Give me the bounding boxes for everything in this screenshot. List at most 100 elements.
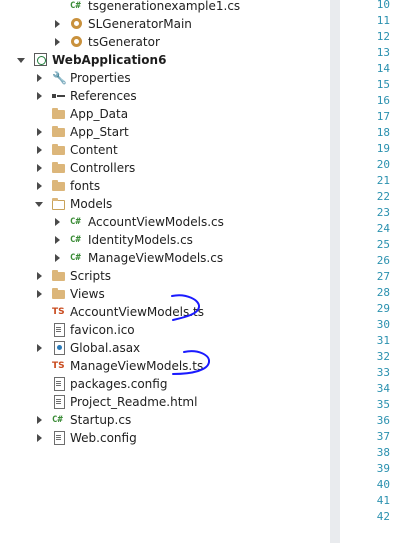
line-number: 16 — [376, 94, 390, 107]
line-number: 34 — [376, 382, 390, 395]
line-number: 22 — [376, 190, 390, 203]
line-number: 17 — [376, 110, 390, 123]
csharp-file-icon: C# — [52, 415, 63, 425]
tree-item[interactable]: tsGenerator — [0, 33, 330, 51]
config-file-icon — [52, 431, 66, 445]
tree-item-label: AccountViewModels.cs — [88, 215, 224, 229]
line-number: 27 — [376, 270, 390, 283]
line-number: 36 — [376, 414, 390, 427]
tree-item[interactable]: Global.asax — [0, 339, 330, 357]
tree-item[interactable]: C# Startup.cs — [0, 411, 330, 429]
web-project-icon — [34, 53, 48, 67]
folder-icon — [52, 161, 66, 175]
tree-item[interactable]: Controllers — [0, 159, 330, 177]
chevron-right-icon[interactable] — [34, 159, 46, 177]
line-number: 42 — [376, 510, 390, 523]
line-number: 32 — [376, 350, 390, 363]
tree-item[interactable]: C# tsgenerationexample1.cs — [0, 0, 330, 15]
chevron-right-icon[interactable] — [34, 429, 46, 447]
tree-item-label: packages.config — [70, 377, 168, 391]
tree-item-label: WebApplication6 — [52, 53, 167, 67]
tree-item-label: Properties — [70, 71, 131, 85]
chevron-right-icon[interactable] — [34, 87, 46, 105]
line-number: 29 — [376, 302, 390, 315]
tree-item-label: tsGenerator — [88, 35, 160, 49]
image-file-icon — [52, 323, 66, 337]
folder-icon — [52, 269, 66, 283]
line-number: 28 — [376, 286, 390, 299]
tree-item[interactable]: Web.config — [0, 429, 330, 447]
chevron-right-icon[interactable] — [52, 213, 64, 231]
tree-item[interactable]: SLGeneratorMain — [0, 15, 330, 33]
tree-item-label: Web.config — [70, 431, 137, 445]
tree-item[interactable]: References — [0, 87, 330, 105]
chevron-right-icon[interactable] — [52, 249, 64, 267]
solution-explorer-tree: C# tsgenerationexample1.cs SLGeneratorMain… — [0, 0, 330, 543]
chevron-right-icon[interactable] — [34, 339, 46, 357]
tree-item[interactable]: 🔧 Properties — [0, 69, 330, 87]
chevron-right-icon[interactable] — [34, 411, 46, 429]
chevron-right-icon[interactable] — [52, 15, 64, 33]
tree-item-label: ManageViewModels.cs — [88, 251, 224, 265]
chevron-right-icon[interactable] — [34, 285, 46, 303]
pane-splitter[interactable] — [330, 0, 340, 543]
tree-item[interactable]: packages.config — [0, 375, 330, 393]
tree-item[interactable]: C# AccountViewModels.cs — [0, 213, 330, 231]
chevron-right-icon[interactable] — [52, 33, 64, 51]
chevron-right-icon[interactable] — [52, 231, 64, 249]
line-number: 18 — [376, 126, 390, 139]
globe-file-icon — [52, 341, 66, 355]
tree-item[interactable]: Scripts — [0, 267, 330, 285]
folder-icon — [52, 125, 66, 139]
class-gear-icon — [70, 17, 84, 31]
tree-item[interactable]: TS AccountViewModels.ts — [0, 303, 330, 321]
tree-item[interactable]: TS ManageViewModels.ts — [0, 357, 330, 375]
line-number: 41 — [376, 494, 390, 507]
html-file-icon — [52, 395, 66, 409]
csharp-file-icon: C# — [70, 217, 81, 227]
chevron-down-icon[interactable] — [34, 195, 46, 213]
tree-item-label: Controllers — [70, 161, 136, 175]
tree-item-label: Content — [70, 143, 118, 157]
line-number-gutter: 10 11 12 13 14 15 16 17 18 19 20 21 22 23 24 25 26 27 28 29… — [340, 0, 402, 543]
csharp-file-icon: C# — [70, 1, 81, 11]
tree-item-label: favicon.ico — [70, 323, 135, 337]
tree-item[interactable]: Content — [0, 141, 330, 159]
chevron-right-icon[interactable] — [34, 267, 46, 285]
tree-item-label: AccountViewModels.ts — [70, 305, 204, 319]
line-number: 38 — [376, 446, 390, 459]
tree-item-label: IdentityModels.cs — [88, 233, 193, 247]
chevron-right-icon[interactable] — [34, 123, 46, 141]
line-number: 13 — [376, 46, 390, 59]
line-number: 39 — [376, 462, 390, 475]
tree-item[interactable]: favicon.ico — [0, 321, 330, 339]
config-file-icon — [52, 377, 66, 391]
folder-icon — [52, 143, 66, 157]
tree-item[interactable]: Views — [0, 285, 330, 303]
tree-item-label: SLGeneratorMain — [88, 17, 192, 31]
tree-item[interactable]: App_Data — [0, 105, 330, 123]
line-number: 12 — [376, 30, 390, 43]
line-number: 19 — [376, 142, 390, 155]
chevron-right-icon[interactable] — [34, 141, 46, 159]
chevron-right-icon[interactable] — [34, 69, 46, 87]
tree-item[interactable]: WebApplication6 — [0, 51, 330, 69]
class-gear-icon — [70, 35, 84, 49]
tree-item[interactable]: fonts — [0, 177, 330, 195]
tree-item-label: ManageViewModels.ts — [70, 359, 204, 373]
typescript-file-icon: TS — [52, 361, 65, 371]
folder-icon — [52, 287, 66, 301]
line-number: 21 — [376, 174, 390, 187]
tree-item[interactable]: C# IdentityModels.cs — [0, 231, 330, 249]
tree-item[interactable]: Project_Readme.html — [0, 393, 330, 411]
tree-item[interactable]: C# ManageViewModels.cs — [0, 249, 330, 267]
line-number: 26 — [376, 254, 390, 267]
line-number: 35 — [376, 398, 390, 411]
tree-item-label: References — [70, 89, 137, 103]
csharp-file-icon: C# — [70, 253, 81, 263]
tree-item[interactable]: Models — [0, 195, 330, 213]
tree-item[interactable]: App_Start — [0, 123, 330, 141]
wrench-icon: 🔧 — [52, 71, 67, 85]
chevron-right-icon[interactable] — [34, 177, 46, 195]
chevron-down-icon[interactable] — [16, 51, 28, 69]
